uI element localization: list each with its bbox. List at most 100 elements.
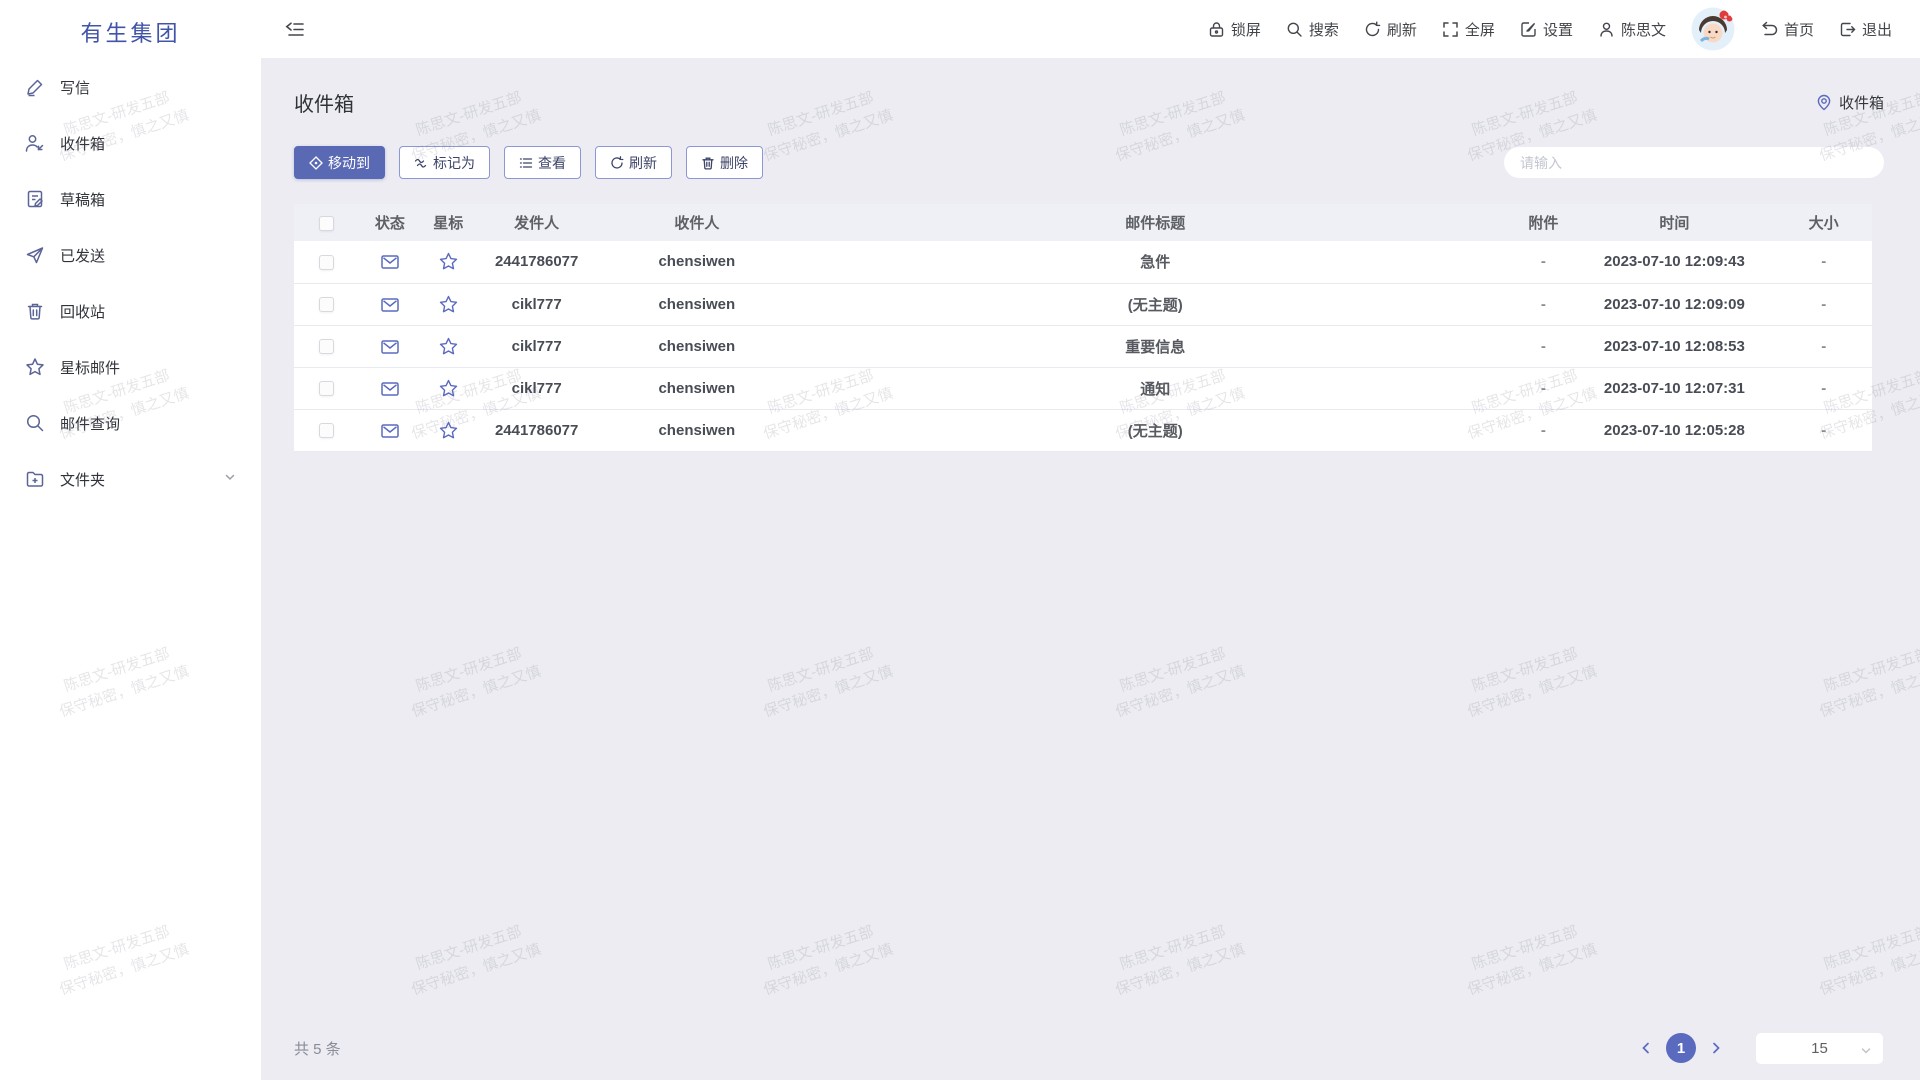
refresh-icon bbox=[610, 156, 624, 170]
next-page-button[interactable] bbox=[1703, 1035, 1729, 1061]
row-checkbox[interactable] bbox=[319, 255, 334, 270]
sidebar-item-label: 文件夹 bbox=[60, 469, 105, 490]
star-icon bbox=[24, 357, 45, 378]
attachment-cell: - bbox=[1513, 241, 1573, 283]
sidebar-item-compose[interactable]: 写信 bbox=[0, 59, 261, 115]
topbar-actions: 锁屏 搜索 刷新 全屏 设置 陈思文 首页 bbox=[1208, 7, 1920, 51]
sidebar-nav: 写信 收件箱 草稿箱 已发送 回收站 bbox=[0, 59, 261, 507]
sender-cell: cikl777 bbox=[477, 367, 597, 409]
unread-mail-icon bbox=[381, 382, 399, 396]
unread-mail-icon bbox=[381, 255, 399, 269]
draft-icon bbox=[24, 189, 45, 210]
size-cell: - bbox=[1775, 367, 1872, 409]
time-cell: 2023-07-10 12:05:28 bbox=[1573, 409, 1775, 451]
attachment-cell: - bbox=[1513, 409, 1573, 451]
table-row[interactable]: cikl777 chensiwen 通知 - 2023-07-10 12:07:… bbox=[294, 367, 1872, 409]
page-size-select[interactable]: 15 bbox=[1755, 1032, 1884, 1065]
home-icon bbox=[1760, 21, 1778, 38]
sidebar-item-label: 写信 bbox=[60, 77, 90, 98]
search-input[interactable] bbox=[1504, 147, 1884, 178]
search-button[interactable]: 搜索 bbox=[1286, 19, 1339, 40]
sidebar-item-starred[interactable]: 星标邮件 bbox=[0, 339, 261, 395]
sidebar-item-inbox[interactable]: 收件箱 bbox=[0, 115, 261, 171]
table-row[interactable]: 2441786077 chensiwen (无主题) - 2023-07-10 … bbox=[294, 409, 1872, 451]
attachment-cell: - bbox=[1513, 283, 1573, 325]
table-row[interactable]: 2441786077 chensiwen 急件 - 2023-07-10 12:… bbox=[294, 241, 1872, 283]
sender-cell: 2441786077 bbox=[477, 409, 597, 451]
recipient-cell: chensiwen bbox=[597, 325, 797, 367]
star-toggle-icon[interactable] bbox=[439, 295, 458, 314]
main-content: 收件箱 收件箱 移动到 标记为 查看 刷新 删除 bbox=[261, 58, 1920, 1080]
recipient-cell: chensiwen bbox=[597, 283, 797, 325]
pen-icon bbox=[24, 77, 45, 98]
settings-button[interactable]: 设置 bbox=[1520, 19, 1573, 40]
toolbar: 移动到 标记为 查看 刷新 删除 bbox=[294, 146, 1884, 179]
search-icon bbox=[1286, 21, 1303, 38]
mark-as-button[interactable]: 标记为 bbox=[399, 146, 490, 179]
col-size: 大小 bbox=[1775, 204, 1872, 241]
star-toggle-icon[interactable] bbox=[439, 379, 458, 398]
size-cell: - bbox=[1775, 409, 1872, 451]
recipient-cell: chensiwen bbox=[597, 409, 797, 451]
col-time: 时间 bbox=[1573, 204, 1775, 241]
sidebar-item-trash[interactable]: 回收站 bbox=[0, 283, 261, 339]
page-number[interactable]: 1 bbox=[1666, 1033, 1696, 1063]
sidebar-item-label: 回收站 bbox=[60, 301, 105, 322]
user-menu[interactable]: 陈思文 bbox=[1598, 19, 1666, 40]
avatar[interactable] bbox=[1691, 7, 1735, 51]
star-toggle-icon[interactable] bbox=[439, 337, 458, 356]
col-subject: 邮件标题 bbox=[797, 204, 1513, 241]
inbox-icon bbox=[24, 133, 45, 154]
select-all-checkbox[interactable] bbox=[319, 216, 334, 231]
logout-icon bbox=[1839, 21, 1856, 38]
collapse-sidebar-icon[interactable] bbox=[285, 21, 304, 38]
table-row[interactable]: cikl777 chensiwen 重要信息 - 2023-07-10 12:0… bbox=[294, 325, 1872, 367]
lock-icon bbox=[1208, 21, 1225, 38]
page-size-value: 15 bbox=[1811, 1040, 1828, 1057]
pin-icon bbox=[1816, 94, 1832, 111]
home-button[interactable]: 首页 bbox=[1760, 19, 1814, 40]
col-sender: 发件人 bbox=[477, 204, 597, 241]
subject-cell: 通知 bbox=[797, 367, 1513, 409]
total-count: 共 5 条 bbox=[294, 1038, 341, 1059]
star-toggle-icon[interactable] bbox=[439, 252, 458, 271]
col-recipient: 收件人 bbox=[597, 204, 797, 241]
table-row[interactable]: cikl777 chensiwen (无主题) - 2023-07-10 12:… bbox=[294, 283, 1872, 325]
trash-icon bbox=[701, 156, 715, 170]
sidebar: 有生集团 写信 收件箱 草稿箱 已发送 bbox=[0, 0, 261, 1080]
table-header-row: 状态 星标 发件人 收件人 邮件标题 附件 时间 大小 bbox=[294, 204, 1872, 241]
send-icon bbox=[24, 245, 45, 266]
star-toggle-icon[interactable] bbox=[439, 421, 458, 440]
row-checkbox[interactable] bbox=[319, 381, 334, 396]
sidebar-item-sent[interactable]: 已发送 bbox=[0, 227, 261, 283]
sender-cell: cikl777 bbox=[477, 283, 597, 325]
view-button[interactable]: 查看 bbox=[504, 146, 581, 179]
search-icon bbox=[24, 413, 45, 434]
chevron-down-icon bbox=[1860, 1044, 1872, 1061]
move-icon bbox=[309, 156, 323, 170]
chevron-down-icon bbox=[223, 470, 237, 489]
sidebar-item-mail-search[interactable]: 邮件查询 bbox=[0, 395, 261, 451]
fullscreen-icon bbox=[1442, 21, 1459, 38]
refresh-icon bbox=[1364, 21, 1381, 38]
delete-button[interactable]: 删除 bbox=[686, 146, 763, 179]
sidebar-item-label: 星标邮件 bbox=[60, 357, 120, 378]
breadcrumb-label: 收件箱 bbox=[1839, 92, 1884, 113]
refresh-list-button[interactable]: 刷新 bbox=[595, 146, 672, 179]
sidebar-item-folders[interactable]: 文件夹 bbox=[0, 451, 261, 507]
move-to-button[interactable]: 移动到 bbox=[294, 146, 385, 179]
refresh-button[interactable]: 刷新 bbox=[1364, 19, 1417, 40]
folder-plus-icon bbox=[24, 469, 45, 490]
row-checkbox[interactable] bbox=[319, 297, 334, 312]
prev-page-button[interactable] bbox=[1633, 1035, 1659, 1061]
sidebar-item-drafts[interactable]: 草稿箱 bbox=[0, 171, 261, 227]
lock-screen-button[interactable]: 锁屏 bbox=[1208, 19, 1261, 40]
fullscreen-button[interactable]: 全屏 bbox=[1442, 19, 1495, 40]
subject-cell: 重要信息 bbox=[797, 325, 1513, 367]
logout-button[interactable]: 退出 bbox=[1839, 19, 1892, 40]
row-checkbox[interactable] bbox=[319, 339, 334, 354]
time-cell: 2023-07-10 12:09:09 bbox=[1573, 283, 1775, 325]
time-cell: 2023-07-10 12:07:31 bbox=[1573, 367, 1775, 409]
size-cell: - bbox=[1775, 325, 1872, 367]
row-checkbox[interactable] bbox=[319, 423, 334, 438]
